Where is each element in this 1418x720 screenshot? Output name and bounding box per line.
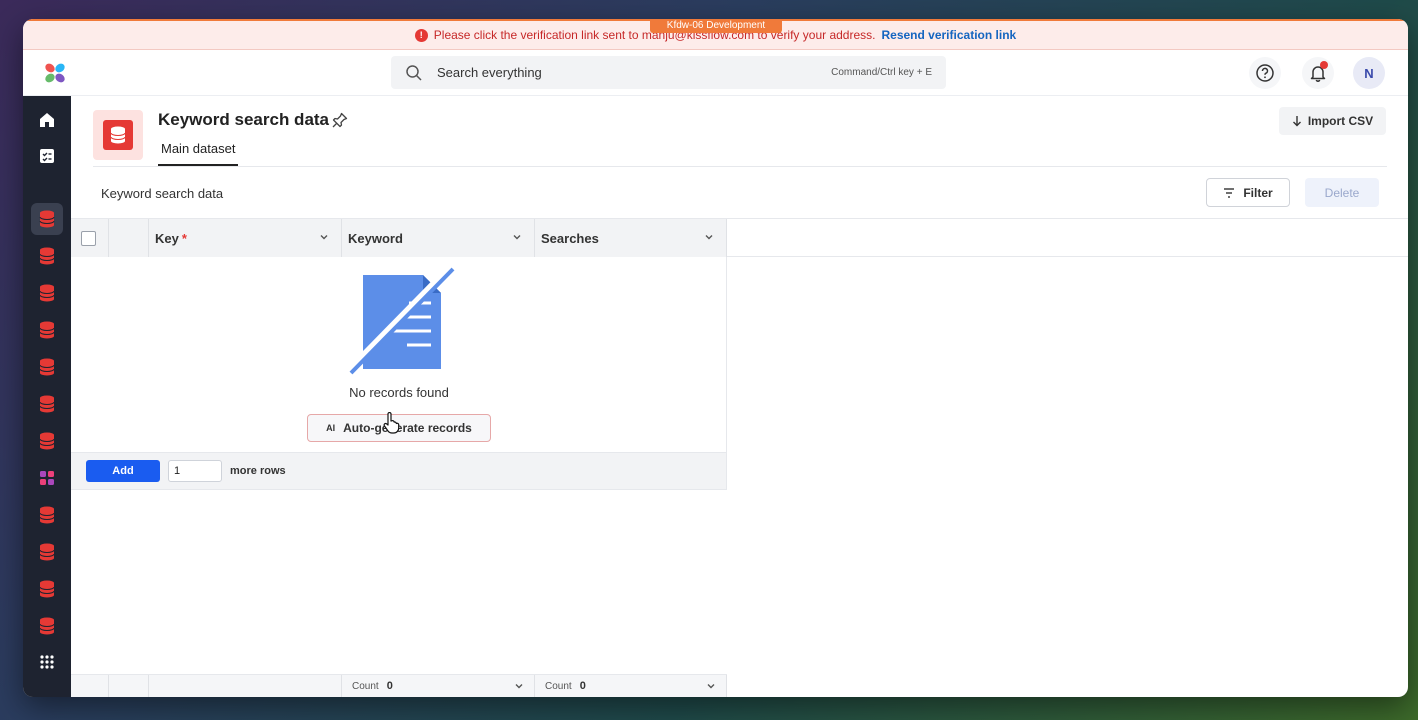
chevron-down-icon[interactable] [514,681,524,691]
home-icon [40,113,54,127]
filter-label: Filter [1243,185,1273,200]
environment-badge: Kfdw-06 Development [650,19,782,33]
chevron-down-icon[interactable] [319,232,329,242]
count-value: 0 [579,680,586,692]
footer-count-searches[interactable]: Count 0 [535,675,727,697]
import-csv-label: Import CSV [1307,114,1374,128]
sidebar-item-dataset[interactable] [31,425,63,457]
column-header-keyword[interactable]: Keyword [342,219,535,257]
column-header-searches[interactable]: Searches [535,219,727,257]
dataset-icon-tile [93,110,143,160]
more-rows-label: more rows [230,465,286,477]
database-icon [39,284,55,302]
user-avatar[interactable]: N [1353,57,1385,89]
sidebar-item-home[interactable] [31,104,63,136]
arrow-down-icon [1292,116,1301,127]
database-icon [39,506,55,524]
database-icon [39,210,55,228]
footer-count-keyword[interactable]: Count 0 [342,675,535,697]
page-title: Keyword search data [158,110,330,129]
database-icon [39,580,55,598]
import-csv-button[interactable]: Import CSV [1279,107,1386,135]
sidebar-item-dataset[interactable] [31,388,63,420]
delete-button[interactable]: Delete [1305,178,1379,207]
footer-cell [109,675,149,697]
count-label: Count [352,680,379,692]
header-divider [93,166,1387,167]
rows-count-input[interactable]: 1 [168,460,222,482]
table-footer: Count 0 Count 0 [71,674,727,697]
left-sidebar [23,96,71,697]
auto-generate-label: Auto-generate records [343,421,472,435]
view-label: Keyword search data [101,186,224,201]
footer-cell-key [149,675,342,697]
app-blocks-icon [40,471,54,485]
add-rows-bar: Add 1 more rows [71,452,727,490]
filter-icon [1224,187,1235,198]
database-icon [39,321,55,339]
top-header: Search everything Command/Ctrl key + E N [23,50,1408,96]
sidebar-item-dataset[interactable] [31,277,63,309]
database-icon [39,543,55,561]
database-icon [39,432,55,450]
chevron-down-icon[interactable] [706,681,716,691]
database-icon [39,395,55,413]
tab-main-dataset[interactable]: Main dataset [158,141,239,166]
checklist-icon [40,149,54,163]
column-header-key[interactable]: Key * [149,219,342,257]
hand-pointer-icon [383,412,400,434]
chevron-down-icon[interactable] [512,232,522,242]
footer-cell [71,675,109,697]
sidebar-item-dataset-active[interactable] [31,203,63,235]
sidebar-item-dataset[interactable] [31,499,63,531]
table-header: Key * Keyword Searches [71,218,1408,257]
row-number-column [109,219,149,257]
main-content: Keyword search data Main dataset Import … [71,96,1408,697]
select-all-checkbox[interactable] [81,230,96,246]
global-search[interactable]: Search everything Command/Ctrl key + E [391,56,946,89]
column-key-label: Key [155,230,179,246]
pin-icon[interactable] [332,112,348,128]
alert-icon: ! [414,28,428,42]
notifications-button[interactable] [1302,57,1334,89]
sidebar-item-dataset[interactable] [31,351,63,383]
no-records-text: No records found [349,385,449,400]
sidebar-item-dataset[interactable] [31,573,63,605]
ai-sparkle-icon: AI [326,423,336,433]
app-window: Kfdw-06 Development ! Please click the v… [23,19,1408,697]
chevron-down-icon[interactable] [704,232,714,242]
filter-button[interactable]: Filter [1206,178,1290,207]
add-rows-button[interactable]: Add [86,460,160,482]
search-placeholder: Search everything [437,65,542,80]
database-icon [39,358,55,376]
search-icon [406,64,422,81]
count-label: Count [545,680,572,692]
sidebar-item-dataset[interactable] [31,610,63,642]
sidebar-item-dataset[interactable] [31,240,63,272]
column-searches-label: Searches [541,230,599,246]
required-marker: * [181,230,187,246]
sidebar-item-dataset[interactable] [31,536,63,568]
count-value: 0 [386,680,393,692]
grid-menu-icon [40,655,54,669]
database-icon [39,247,55,265]
column-keyword-label: Keyword [348,230,403,246]
sidebar-item-all-apps[interactable] [31,646,63,678]
database-icon [39,617,55,635]
notification-dot [1320,61,1328,69]
no-records-illustration-icon [346,265,455,375]
search-shortcut-hint: Command/Ctrl key + E [831,67,932,78]
sidebar-item-dataset[interactable] [31,314,63,346]
sidebar-item-app[interactable] [31,462,63,494]
sidebar-item-tasks[interactable] [31,140,63,172]
help-button[interactable] [1249,57,1281,89]
database-icon [110,126,126,144]
select-all-cell [71,219,109,257]
resend-verification-link[interactable]: Resend verification link [881,28,1016,42]
app-logo-icon[interactable] [43,61,67,85]
help-icon [1256,64,1274,82]
